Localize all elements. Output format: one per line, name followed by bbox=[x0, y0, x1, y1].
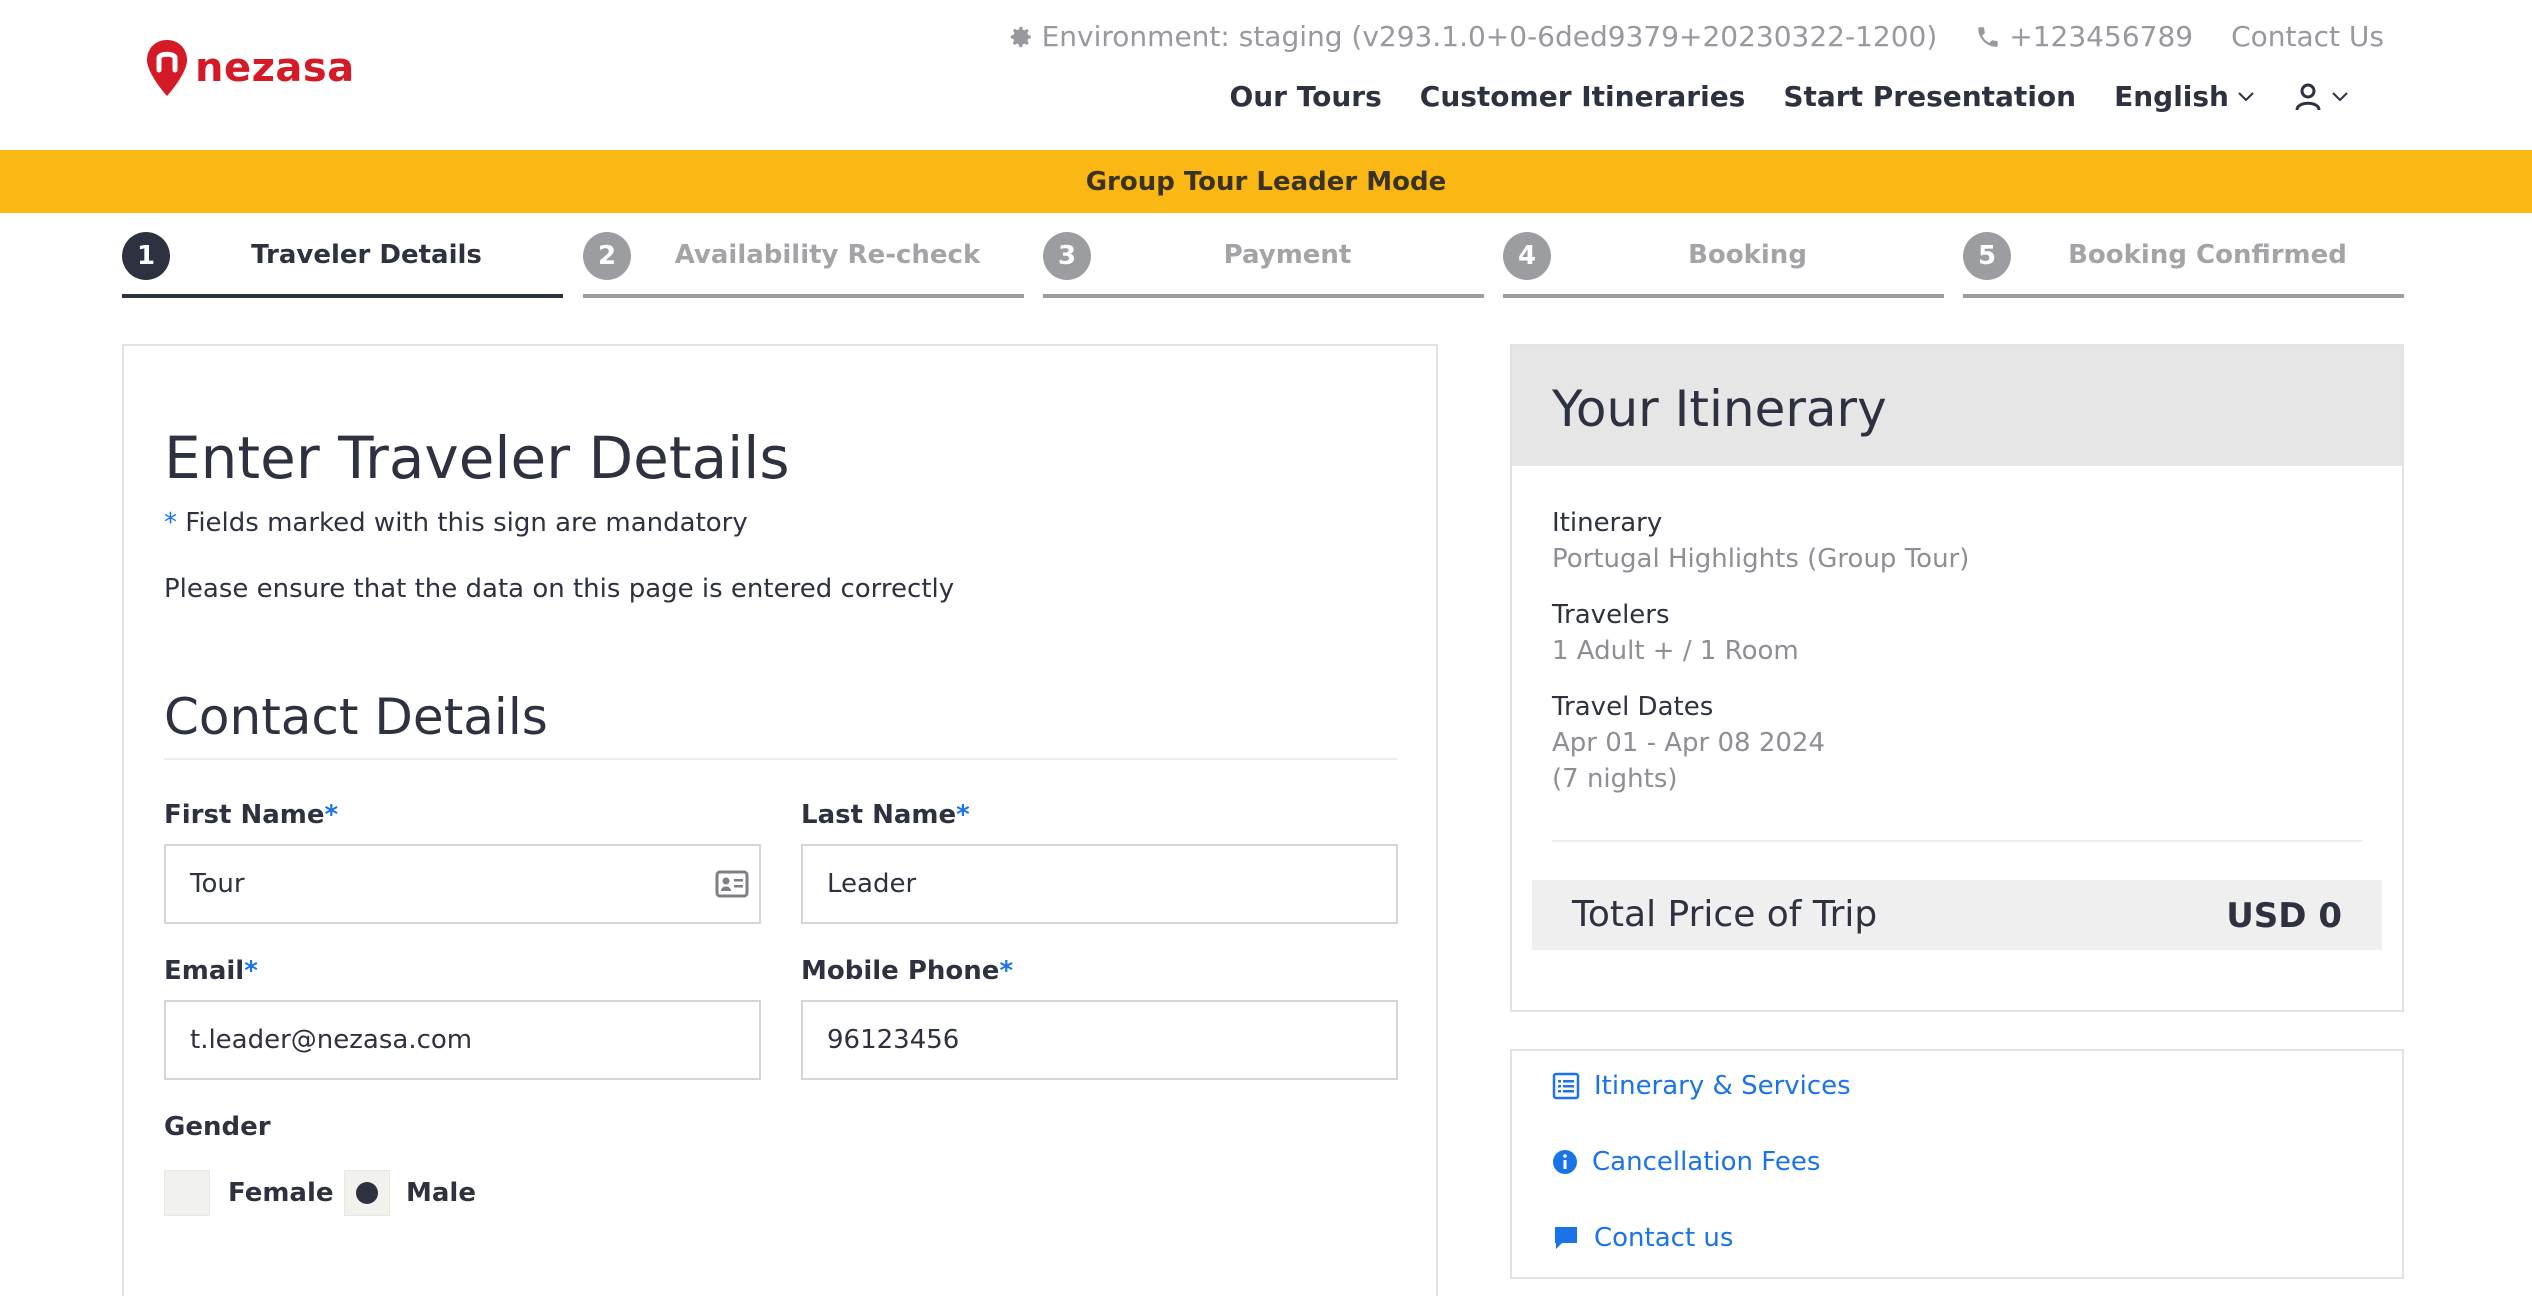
user-icon bbox=[2295, 83, 2321, 110]
chat-icon bbox=[1555, 1227, 1577, 1249]
step-booking-confirmed[interactable]: 5 Booking Confirmed bbox=[1963, 228, 2404, 298]
required-star: * bbox=[164, 508, 177, 538]
mandatory-note: * Fields marked with this sign are manda… bbox=[164, 508, 748, 538]
step-number: 1 bbox=[122, 232, 170, 280]
page-title: Enter Traveler Details bbox=[164, 424, 790, 492]
logo-pin-icon bbox=[147, 40, 187, 96]
total-price-value: USD 0 bbox=[2226, 896, 2342, 936]
last-name-label-text: Last Name bbox=[801, 800, 957, 830]
itinerary-label: Itinerary bbox=[1552, 508, 1663, 538]
chevron-down-icon bbox=[2238, 91, 2254, 101]
user-menu[interactable] bbox=[2293, 82, 2349, 112]
step-payment[interactable]: 3 Payment bbox=[1043, 228, 1484, 298]
step-number: 2 bbox=[583, 232, 631, 280]
main-nav: Our Tours Customer Itineraries Start Pre… bbox=[1229, 80, 2349, 113]
step-traveler-details[interactable]: 1 Traveler Details bbox=[122, 228, 563, 298]
itinerary-title: Your Itinerary bbox=[1552, 380, 1887, 438]
first-name-input[interactable]: Tour bbox=[164, 844, 761, 924]
ensure-note: Please ensure that the data on this page… bbox=[164, 574, 955, 604]
traveler-details-form: Enter Traveler Details * Fields marked w… bbox=[122, 344, 1438, 1296]
required-star: * bbox=[324, 800, 339, 830]
gender-option-female[interactable]: Female bbox=[228, 1178, 334, 1208]
language-dropdown[interactable]: English bbox=[2114, 80, 2255, 113]
list-icon bbox=[1552, 1072, 1580, 1100]
gender-option-male[interactable]: Male bbox=[406, 1178, 476, 1208]
email-value: t.leader@nezasa.com bbox=[190, 1025, 473, 1055]
contact-card-icon[interactable] bbox=[715, 870, 749, 898]
travel-dates-value: Apr 01 - Apr 08 2024 bbox=[1552, 728, 1825, 758]
environment-info: Environment: staging (v293.1.0+0-6ded937… bbox=[1008, 20, 1938, 53]
total-price-label: Total Price of Trip bbox=[1572, 894, 1878, 935]
group-tour-leader-banner: Group Tour Leader Mode bbox=[0, 150, 2532, 213]
travel-nights-value: (7 nights) bbox=[1552, 764, 1678, 794]
mobile-phone-label-text: Mobile Phone bbox=[801, 956, 1000, 986]
travel-dates-label: Travel Dates bbox=[1552, 692, 1714, 722]
nav-our-tours[interactable]: Our Tours bbox=[1229, 80, 1381, 113]
first-name-label: First Name* bbox=[164, 800, 338, 830]
step-label: Availability Re-check bbox=[674, 240, 981, 270]
email-input[interactable]: t.leader@nezasa.com bbox=[164, 1000, 761, 1080]
itinerary-links-card: Itinerary & Services Cancellation Fees C… bbox=[1510, 1049, 2404, 1279]
email-label: Email* bbox=[164, 956, 258, 986]
step-number: 5 bbox=[1963, 232, 2011, 280]
required-star: * bbox=[999, 956, 1014, 986]
itinerary-summary-card: Your Itinerary Itinerary Portugal Highli… bbox=[1510, 344, 2404, 1012]
step-label: Traveler Details bbox=[251, 240, 482, 270]
step-number: 3 bbox=[1043, 232, 1091, 280]
step-number: 4 bbox=[1503, 232, 1551, 280]
last-name-label: Last Name* bbox=[801, 800, 970, 830]
section-divider bbox=[164, 758, 1398, 760]
gender-radio-female[interactable] bbox=[164, 1170, 210, 1216]
brand-logo[interactable]: nezasa bbox=[145, 38, 355, 98]
nav-customer-itineraries[interactable]: Customer Itineraries bbox=[1420, 80, 1746, 113]
brand-name: nezasa bbox=[195, 45, 355, 91]
itinerary-value: Portugal Highlights (Group Tour) bbox=[1552, 544, 1970, 574]
environment-text: Environment: staging (v293.1.0+0-6ded937… bbox=[1041, 20, 1938, 53]
contact-us-side-label: Contact us bbox=[1594, 1223, 1734, 1253]
mobile-phone-input[interactable]: 96123456 bbox=[801, 1000, 1398, 1080]
info-icon bbox=[1553, 1150, 1577, 1174]
gender-label: Gender bbox=[164, 1112, 271, 1142]
gear-icon bbox=[1010, 26, 1031, 47]
last-name-input[interactable]: Leader bbox=[801, 844, 1398, 924]
language-label: English bbox=[2114, 80, 2229, 113]
itinerary-header: Your Itinerary bbox=[1512, 346, 2402, 466]
itinerary-services-link[interactable]: Itinerary & Services bbox=[1552, 1071, 1851, 1101]
contact-us-side-link[interactable]: Contact us bbox=[1552, 1223, 1733, 1253]
required-star: * bbox=[244, 956, 258, 986]
gender-radio-male[interactable] bbox=[344, 1170, 390, 1216]
nav-start-presentation[interactable]: Start Presentation bbox=[1783, 80, 2076, 113]
itinerary-services-label: Itinerary & Services bbox=[1594, 1071, 1851, 1101]
travelers-value: 1 Adult + / 1 Room bbox=[1552, 636, 1799, 666]
top-utility-bar: Environment: staging (v293.1.0+0-6ded937… bbox=[1008, 20, 2384, 53]
radio-selected-dot bbox=[356, 1182, 378, 1204]
cancellation-fees-link[interactable]: Cancellation Fees bbox=[1552, 1147, 1820, 1177]
contact-us-link[interactable]: Contact Us bbox=[2231, 20, 2384, 53]
step-label: Booking bbox=[1688, 240, 1807, 270]
chevron-down-icon bbox=[2332, 91, 2348, 101]
step-label: Payment bbox=[1223, 240, 1352, 270]
phone-icon bbox=[1978, 26, 1999, 47]
checkout-stepper: 1 Traveler Details 2 Availability Re-che… bbox=[122, 228, 2404, 298]
step-label: Booking Confirmed bbox=[2068, 240, 2347, 270]
first-name-value: Tour bbox=[190, 869, 245, 899]
last-name-value: Leader bbox=[827, 869, 917, 899]
step-availability-recheck[interactable]: 2 Availability Re-check bbox=[583, 228, 1024, 298]
phone-number: +123456789 bbox=[2009, 20, 2194, 53]
required-star: * bbox=[956, 800, 970, 830]
mobile-phone-label: Mobile Phone* bbox=[801, 956, 1013, 986]
header: nezasa Environment: staging (v293.1.0+0-… bbox=[0, 0, 2532, 150]
mandatory-note-text: Fields marked with this sign are mandato… bbox=[185, 508, 748, 538]
itinerary-divider bbox=[1552, 840, 2362, 842]
mobile-phone-value: 96123456 bbox=[827, 1025, 960, 1055]
total-price-bar: Total Price of Trip USD 0 bbox=[1532, 880, 2382, 950]
cancellation-fees-label: Cancellation Fees bbox=[1592, 1147, 1821, 1177]
email-label-text: Email bbox=[164, 956, 245, 986]
travelers-label: Travelers bbox=[1552, 600, 1670, 630]
first-name-label-text: First Name bbox=[164, 800, 325, 830]
section-title-contact-details: Contact Details bbox=[164, 688, 548, 746]
step-booking[interactable]: 4 Booking bbox=[1503, 228, 1944, 298]
phone-link[interactable]: +123456789 bbox=[1975, 20, 2193, 53]
